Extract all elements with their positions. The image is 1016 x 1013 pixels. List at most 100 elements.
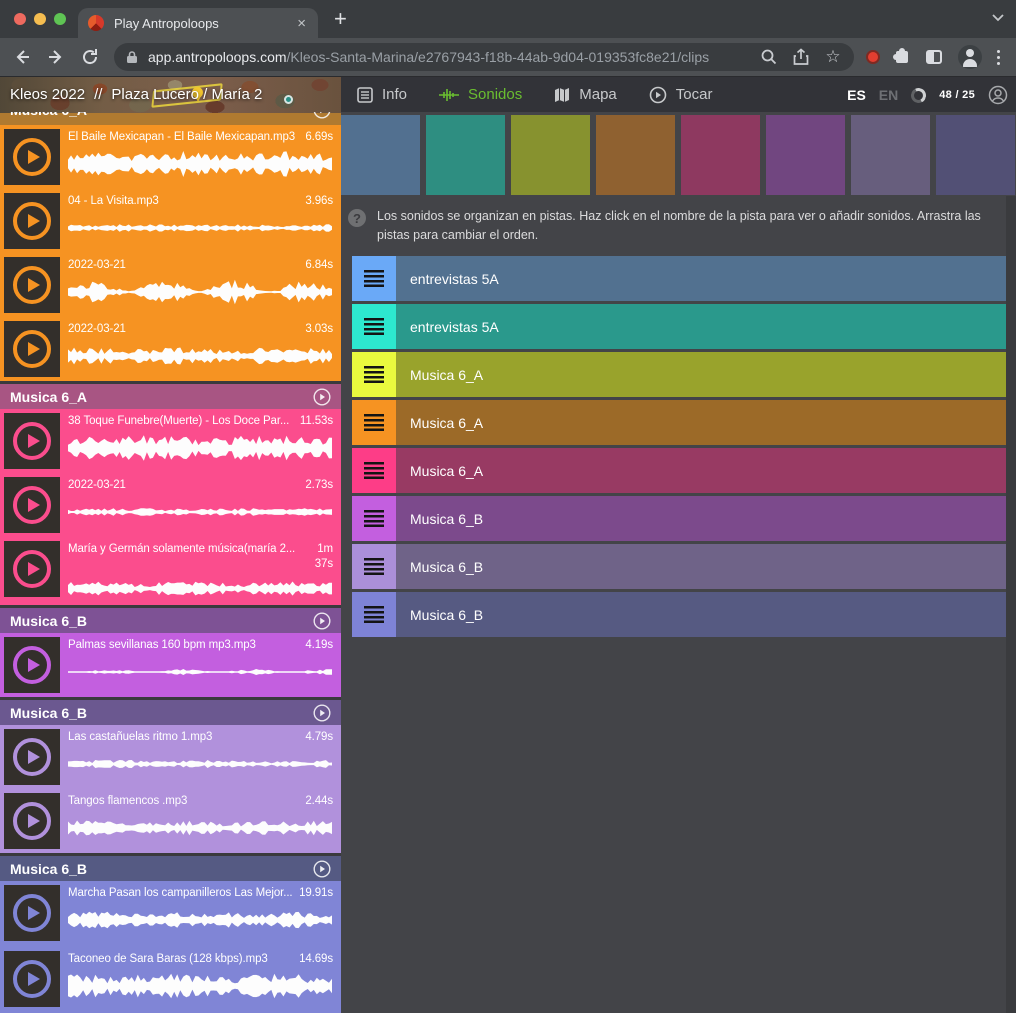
browser-tab[interactable]: Play Antropoloops × xyxy=(78,8,318,38)
clip-play-button[interactable] xyxy=(4,193,60,249)
track-section-header[interactable]: Musica 6_B xyxy=(0,856,341,881)
clip-title: Las castañuelas ritmo 1.mp3 xyxy=(68,730,212,745)
track-row[interactable]: Musica 6_B xyxy=(352,544,1006,589)
lang-es-button[interactable]: ES xyxy=(847,87,866,103)
scroll-gutter[interactable] xyxy=(1006,196,1016,1013)
track-name[interactable]: entrevistas 5A xyxy=(396,256,1006,301)
tab-close-icon[interactable]: × xyxy=(295,15,308,32)
clip-play-button[interactable] xyxy=(4,413,60,469)
track-drag-handle[interactable] xyxy=(352,592,396,637)
track-drag-handle[interactable] xyxy=(352,256,396,301)
reload-button[interactable] xyxy=(80,47,100,67)
track-drag-handle[interactable] xyxy=(352,544,396,589)
track-color-swatch xyxy=(511,115,590,195)
clip-item[interactable]: Taconeo de Sara Baras (128 kbps).mp3 14.… xyxy=(0,947,341,1013)
clip-play-button[interactable] xyxy=(4,321,60,377)
clip-play-button[interactable] xyxy=(4,477,60,533)
clip-play-button[interactable] xyxy=(4,257,60,313)
clip-play-button[interactable] xyxy=(4,951,60,1007)
clip-play-button[interactable] xyxy=(4,729,60,785)
minimize-window-button[interactable] xyxy=(34,13,46,25)
bookmark-star-icon[interactable]: ☆ xyxy=(824,48,842,66)
track-section-header[interactable]: Musica 6_A xyxy=(0,384,341,409)
clip-item[interactable]: 38 Toque Funebre(Muerte) - Los Doce Par.… xyxy=(0,409,341,473)
track-name[interactable]: Musica 6_A xyxy=(396,400,1006,445)
clip-play-button[interactable] xyxy=(4,885,60,941)
clip-item[interactable]: María y Germán solamente música(maría 2.… xyxy=(0,537,341,605)
track-drag-handle[interactable] xyxy=(352,304,396,349)
track-section-header[interactable]: Musica 6_B xyxy=(0,700,341,725)
tab-sonidos[interactable]: Sonidos xyxy=(439,86,522,103)
track-row[interactable]: Musica 6_A xyxy=(352,352,1006,397)
clip-item[interactable]: El Baile Mexicapan - El Baile Mexicapan.… xyxy=(0,125,341,189)
clip-waveform xyxy=(68,277,333,307)
side-panel-icon[interactable] xyxy=(926,50,942,64)
play-circle-icon xyxy=(649,86,667,104)
section-play-icon[interactable] xyxy=(313,612,331,630)
clip-item[interactable]: 2022-03-21 3.03s xyxy=(0,317,341,381)
track-row[interactable]: Musica 6_B xyxy=(352,592,1006,637)
clip-item[interactable]: 04 - La Visita.mp3 3.96s xyxy=(0,189,341,253)
app-header: Kleos 2022 // Plaza Lucero / María 2 Inf… xyxy=(0,76,1016,112)
lang-en-button[interactable]: EN xyxy=(879,87,898,103)
close-window-button[interactable] xyxy=(14,13,26,25)
track-name[interactable]: Musica 6_B xyxy=(396,544,1006,589)
track-row[interactable]: entrevistas 5A xyxy=(352,304,1006,349)
track-name[interactable]: Musica 6_A xyxy=(396,448,1006,493)
breadcrumb-project[interactable]: Kleos 2022 xyxy=(10,86,85,103)
clip-play-button[interactable] xyxy=(4,793,60,849)
track-row[interactable]: entrevistas 5A xyxy=(352,256,1006,301)
clip-title: El Baile Mexicapan - El Baile Mexicapan.… xyxy=(68,130,295,145)
track-section-header[interactable]: Musica 6_B xyxy=(0,608,341,633)
track-name[interactable]: Musica 6_A xyxy=(396,352,1006,397)
track-row[interactable]: Musica 6_A xyxy=(352,448,1006,493)
clip-list[interactable]: Musica 6_A El Baile Mexicapan - El Baile… xyxy=(0,112,341,1013)
record-indicator-icon[interactable] xyxy=(866,50,880,64)
clip-item[interactable]: Marcha Pasan los campanilleros Las Mejor… xyxy=(0,881,341,947)
section-play-icon[interactable] xyxy=(313,112,331,119)
track-row[interactable]: Musica 6_A xyxy=(352,400,1006,445)
track-name[interactable]: entrevistas 5A xyxy=(396,304,1006,349)
track-drag-handle[interactable] xyxy=(352,352,396,397)
track-drag-handle[interactable] xyxy=(352,400,396,445)
clip-play-button[interactable] xyxy=(4,637,60,693)
tab-search-chevron-icon[interactable] xyxy=(992,14,1004,22)
browser-menu-icon[interactable] xyxy=(996,50,1000,65)
zoom-page-icon[interactable] xyxy=(760,48,778,66)
tab-info[interactable]: Info xyxy=(357,86,407,103)
loading-spinner-icon xyxy=(909,86,928,105)
clip-item[interactable]: Palmas sevillanas 160 bpm mp3.mp3 4.19s xyxy=(0,633,341,697)
map-thumbnail[interactable]: Kleos 2022 // Plaza Lucero / María 2 xyxy=(0,77,341,113)
clip-item[interactable]: Tangos flamencos .mp3 2.44s xyxy=(0,789,341,853)
new-tab-button[interactable]: + xyxy=(334,6,347,32)
browser-toolbar: app.antropoloops.com/Kleos-Santa-Marina/… xyxy=(0,38,1016,76)
section-play-icon[interactable] xyxy=(313,860,331,878)
track-row[interactable]: Musica 6_B xyxy=(352,496,1006,541)
url-bar[interactable]: app.antropoloops.com/Kleos-Santa-Marina/… xyxy=(114,43,854,71)
tab-tocar[interactable]: Tocar xyxy=(649,86,713,104)
help-text: Los sonidos se organizan en pistas. Haz … xyxy=(377,207,988,245)
zoom-window-button[interactable] xyxy=(54,13,66,25)
forward-button[interactable] xyxy=(46,47,66,67)
track-color-swatch xyxy=(851,115,930,195)
track-section-header[interactable]: Musica 6_A xyxy=(0,112,341,125)
clip-duration: 2.73s xyxy=(305,478,333,493)
clip-play-button[interactable] xyxy=(4,541,60,597)
clip-item[interactable]: 2022-03-21 6.84s xyxy=(0,253,341,317)
extensions-icon[interactable] xyxy=(896,51,908,63)
clip-item[interactable]: Las castañuelas ritmo 1.mp3 4.79s xyxy=(0,725,341,789)
back-button[interactable] xyxy=(12,47,32,67)
track-drag-handle[interactable] xyxy=(352,496,396,541)
section-play-icon[interactable] xyxy=(313,388,331,406)
tab-mapa[interactable]: Mapa xyxy=(554,86,617,103)
clip-waveform xyxy=(68,497,333,527)
profile-avatar[interactable] xyxy=(958,45,982,69)
clip-play-button[interactable] xyxy=(4,129,60,185)
track-name[interactable]: Musica 6_B xyxy=(396,496,1006,541)
track-name[interactable]: Musica 6_B xyxy=(396,592,1006,637)
section-play-icon[interactable] xyxy=(313,704,331,722)
share-icon[interactable] xyxy=(792,48,810,66)
account-icon[interactable] xyxy=(988,85,1008,105)
clip-item[interactable]: 2022-03-21 2.73s xyxy=(0,473,341,537)
track-drag-handle[interactable] xyxy=(352,448,396,493)
